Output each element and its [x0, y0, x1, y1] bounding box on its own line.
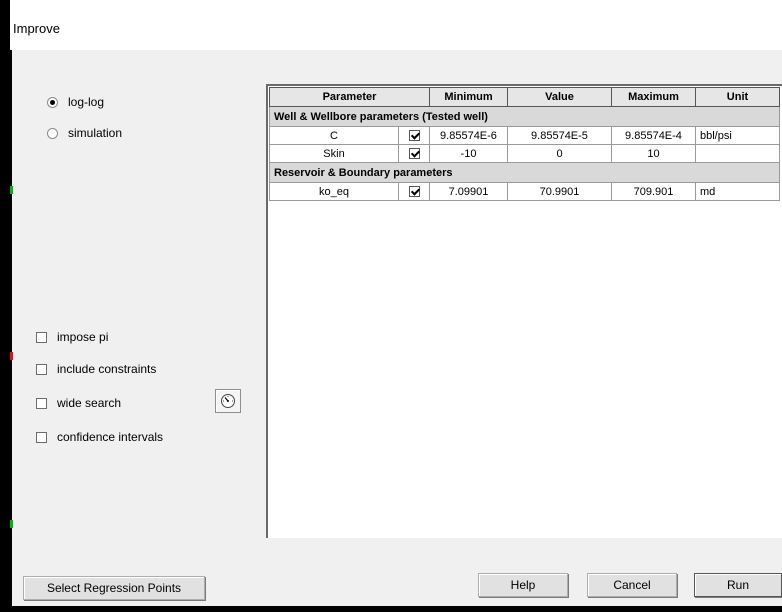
- run-button[interactable]: Run: [694, 573, 782, 597]
- cell-minimum[interactable]: 9.85574E-6: [429, 126, 508, 145]
- edge-marker: [10, 520, 13, 528]
- parameter-grid: Parameter Minimum Value Maximum Unit Wel…: [266, 84, 782, 538]
- cell-minimum[interactable]: 7.09901: [429, 182, 508, 201]
- radio-button[interactable]: [47, 127, 58, 139]
- cell-value[interactable]: 0: [507, 144, 612, 163]
- include-constraints-checkbox[interactable]: include constraints: [36, 362, 156, 376]
- cell-fit-check[interactable]: [398, 182, 430, 201]
- group-title: Reservoir & Boundary parameters: [269, 162, 780, 183]
- table-row[interactable]: C 9.85574E-6 9.85574E-5 9.85574E-4 bbl/p…: [269, 126, 780, 145]
- wide-search-checkbox[interactable]: wide search: [36, 396, 121, 410]
- cell-parameter: Skin: [269, 144, 399, 163]
- header-parameter[interactable]: Parameter: [269, 87, 430, 107]
- cancel-button[interactable]: Cancel: [587, 573, 677, 597]
- radio-log-log[interactable]: log-log: [47, 95, 104, 109]
- group-title: Well & Wellbore parameters (Tested well): [269, 106, 780, 127]
- parameter-table: Parameter Minimum Value Maximum Unit Wel…: [269, 87, 780, 201]
- checked-checkbox[interactable]: [408, 130, 420, 142]
- checkbox-label: include constraints: [57, 362, 157, 376]
- cell-value[interactable]: 70.9901: [507, 182, 612, 201]
- header-maximum[interactable]: Maximum: [611, 87, 696, 107]
- cell-unit: bbl/psi: [695, 126, 780, 145]
- checkbox[interactable]: [36, 331, 47, 343]
- radio-button[interactable]: [47, 96, 58, 108]
- cell-unit: [695, 144, 780, 163]
- checkbox[interactable]: [36, 363, 47, 375]
- confidence-intervals-checkbox[interactable]: confidence intervals: [36, 430, 163, 444]
- gauge-icon: [221, 394, 235, 408]
- window-title: Improve: [13, 21, 60, 36]
- checkbox-label: wide search: [57, 396, 122, 410]
- checkbox-label: impose pi: [57, 330, 109, 344]
- help-button[interactable]: Help: [478, 573, 568, 597]
- cell-value[interactable]: 9.85574E-5: [507, 126, 612, 145]
- table-header-row: Parameter Minimum Value Maximum Unit: [269, 87, 780, 107]
- cell-parameter: ko_eq: [269, 182, 399, 201]
- cell-fit-check[interactable]: [398, 126, 430, 145]
- group-row: Reservoir & Boundary parameters: [269, 162, 780, 183]
- cell-maximum[interactable]: 709.901: [611, 182, 696, 201]
- header-unit[interactable]: Unit: [695, 87, 780, 107]
- header-value[interactable]: Value: [507, 87, 612, 107]
- radio-label: log-log: [68, 95, 105, 109]
- checked-checkbox[interactable]: [408, 186, 420, 198]
- table-row[interactable]: Skin -10 0 10: [269, 144, 780, 163]
- table-row[interactable]: ko_eq 7.09901 70.9901 709.901 md: [269, 182, 780, 201]
- cell-maximum[interactable]: 9.85574E-4: [611, 126, 696, 145]
- impose-pi-checkbox[interactable]: impose pi: [36, 330, 108, 344]
- taskbar-edge: [10, 606, 782, 612]
- cell-fit-check[interactable]: [398, 144, 430, 163]
- header-minimum[interactable]: Minimum: [429, 87, 508, 107]
- title-bar: Improve: [10, 0, 782, 50]
- wide-search-settings-button[interactable]: [215, 389, 241, 413]
- cell-parameter: C: [269, 126, 399, 145]
- edge-marker: [10, 186, 13, 194]
- cell-maximum[interactable]: 10: [611, 144, 696, 163]
- improve-dialog: Improve log-log simulation impose pi inc…: [10, 0, 782, 612]
- select-regression-points-button[interactable]: Select Regression Points: [23, 576, 205, 600]
- checked-checkbox[interactable]: [408, 148, 420, 160]
- radio-label: simulation: [68, 126, 123, 140]
- checkbox-label: confidence intervals: [57, 430, 164, 444]
- checkbox[interactable]: [36, 397, 47, 409]
- checkbox[interactable]: [36, 431, 47, 443]
- cell-unit: md: [695, 182, 780, 201]
- group-row: Well & Wellbore parameters (Tested well): [269, 106, 780, 127]
- edge-marker: [10, 352, 13, 360]
- radio-simulation[interactable]: simulation: [47, 126, 122, 140]
- cell-minimum[interactable]: -10: [429, 144, 508, 163]
